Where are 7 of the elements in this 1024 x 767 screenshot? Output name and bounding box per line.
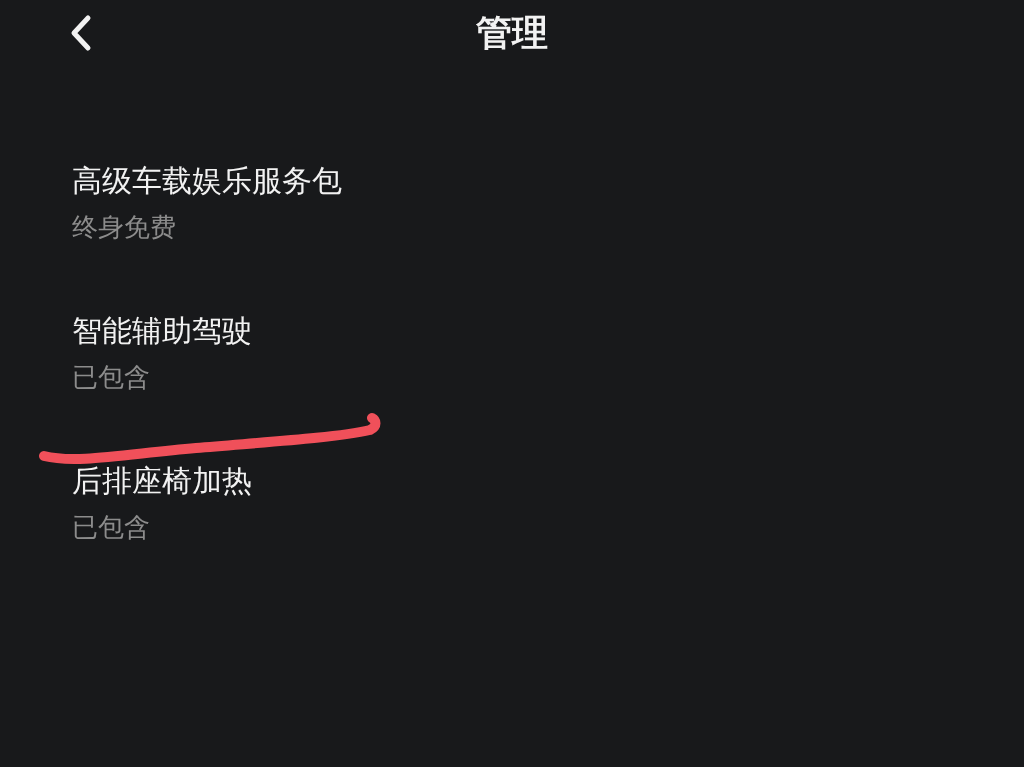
page-title: 管理 xyxy=(476,10,548,55)
item-title: 后排座椅加热 xyxy=(72,462,252,500)
item-subtitle: 已包含 xyxy=(72,511,150,544)
item-title: 高级车载娱乐服务包 xyxy=(72,162,342,200)
item-subtitle: 已包含 xyxy=(72,361,150,394)
item-title: 智能辅助驾驶 xyxy=(72,312,252,350)
item-subtitle: 终身免费 xyxy=(72,211,176,244)
